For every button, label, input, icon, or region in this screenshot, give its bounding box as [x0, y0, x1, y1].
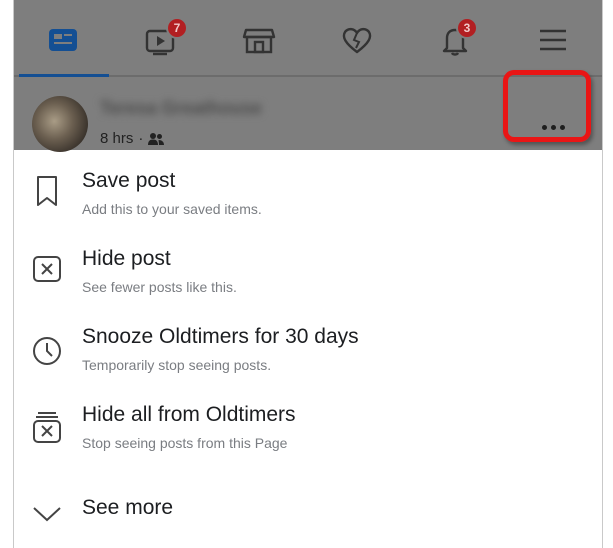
news-feed-icon	[49, 29, 77, 51]
menu-item-subtitle: Add this to your saved items.	[82, 201, 262, 217]
menu-item-hide-post[interactable]: Hide post See fewer posts like this.	[14, 242, 602, 314]
tab-dating[interactable]	[308, 5, 406, 75]
hamburger-icon	[540, 29, 566, 51]
avatar[interactable]	[32, 96, 88, 152]
chevron-down-icon	[32, 496, 62, 530]
tab-watch[interactable]: 7	[112, 5, 210, 75]
menu-item-subtitle: Stop seeing posts from this Page	[82, 435, 288, 451]
tab-news-feed[interactable]	[14, 5, 112, 77]
store-icon	[242, 28, 276, 54]
menu-item-title: Hide post	[82, 247, 171, 270]
heart-icon	[342, 27, 372, 54]
see-more-label: See more	[82, 496, 174, 519]
hide-all-icon	[32, 410, 62, 444]
menu-item-title: Hide all from Oldtimers	[82, 403, 296, 426]
post-meta: 8 hrs ·	[100, 130, 165, 147]
top-tab-bar: 7 3	[14, 5, 602, 77]
menu-item-title: Save post	[82, 169, 176, 192]
highlight-annotation-box	[503, 70, 591, 142]
post-time[interactable]: 8 hrs	[100, 130, 133, 147]
close-box-icon	[32, 252, 62, 286]
tab-marketplace[interactable]	[210, 5, 308, 75]
notifications-badge: 3	[456, 17, 478, 39]
clock-icon	[32, 334, 62, 368]
meta-separator: ·	[138, 130, 144, 147]
bookmark-icon	[32, 174, 62, 208]
menu-item-subtitle: Temporarily stop seeing posts.	[82, 357, 272, 373]
menu-item-snooze[interactable]: Snooze Oldtimers for 30 days Temporarily…	[14, 320, 602, 392]
post-author-name[interactable]: Teresa Greathouse	[100, 98, 262, 119]
menu-item-subtitle: See fewer posts like this.	[82, 279, 237, 295]
menu-item-title: Snooze Oldtimers for 30 days	[82, 325, 359, 348]
menu-item-hide-all[interactable]: Hide all from Oldtimers Stop seeing post…	[14, 398, 602, 470]
menu-item-save-post[interactable]: Save post Add this to your saved items.	[14, 164, 602, 236]
tab-menu[interactable]	[504, 5, 602, 75]
tab-notifications[interactable]: 3	[406, 5, 504, 75]
menu-item-see-more[interactable]: See more	[14, 484, 602, 548]
watch-badge: 7	[166, 17, 188, 39]
group-audience-icon	[148, 132, 165, 145]
